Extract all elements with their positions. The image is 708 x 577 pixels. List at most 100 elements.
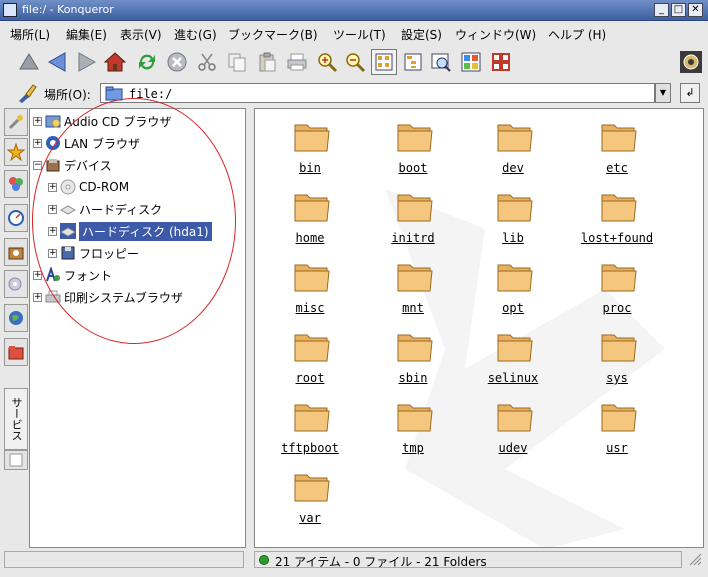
home-icon[interactable]	[102, 49, 128, 75]
up-arrow-icon[interactable]	[16, 49, 42, 75]
preview-icon[interactable]	[428, 49, 454, 75]
stop-icon[interactable]	[164, 49, 190, 75]
folder-item[interactable]: home	[260, 181, 360, 245]
go-button[interactable]: ↲	[680, 83, 700, 103]
folder-icon	[601, 334, 637, 362]
maximize-button[interactable]: □	[671, 3, 686, 17]
folder-item[interactable]: tmp	[363, 391, 463, 455]
menu-tools[interactable]: ツール(T)	[333, 26, 386, 43]
folder-item[interactable]: dev	[463, 111, 563, 175]
file-icon-view: bin boot dev etc home initrd lib lost+found misc…	[254, 108, 704, 548]
devices-icon[interactable]	[4, 270, 28, 298]
copy-icon[interactable]	[224, 49, 250, 75]
folder-item[interactable]: usr	[567, 391, 667, 455]
app-icon[interactable]	[3, 3, 17, 17]
folder-name: lib	[502, 231, 524, 245]
tree-item-harddisk-hda1[interactable]: + ハードディスク (hda1)	[48, 221, 212, 241]
folder-item[interactable]: tftpboot	[260, 391, 360, 455]
tree-item-cdrom[interactable]: + CD-ROM	[48, 177, 129, 197]
folder-item[interactable]: lib	[463, 181, 563, 245]
folder-name: boot	[398, 161, 428, 175]
folder-item[interactable]: initrd	[363, 181, 463, 245]
history-icon[interactable]	[4, 204, 28, 232]
tree-item-fonts[interactable]: + フォント	[33, 265, 112, 285]
tools-icon[interactable]	[4, 108, 28, 136]
sidebar-tabs: サービス	[4, 108, 28, 548]
folder-item[interactable]: sbin	[363, 321, 463, 385]
expand-toggle[interactable]: +	[48, 248, 57, 258]
folder-item[interactable]: etc	[567, 111, 667, 175]
folder-icon	[601, 264, 637, 292]
bookmarks-icon[interactable]	[4, 138, 28, 166]
folder-icon	[601, 194, 637, 222]
home-folder-icon[interactable]	[4, 238, 28, 266]
folder-item[interactable]: opt	[463, 251, 563, 315]
menu-settings[interactable]: 設定(S)	[401, 26, 442, 43]
resize-grip-icon[interactable]	[688, 552, 702, 566]
expand-toggle[interactable]: +	[48, 204, 57, 214]
tree-item-harddisk[interactable]: + ハードディスク	[48, 199, 162, 219]
location-input[interactable]: file:/	[100, 83, 655, 103]
web-icon[interactable]	[4, 304, 28, 332]
close-button[interactable]: ✕	[688, 3, 703, 17]
folder-item[interactable]: udev	[463, 391, 563, 455]
menu-bookmarks[interactable]: ブックマーク(B)	[228, 26, 318, 43]
cut-icon[interactable]	[194, 49, 220, 75]
multi-column-icon[interactable]	[488, 49, 514, 75]
folder-name: usr	[606, 441, 628, 455]
tree-item-floppy[interactable]: + フロッピー	[48, 243, 139, 263]
folder-item[interactable]: proc	[567, 251, 667, 315]
tree-view-icon[interactable]	[400, 49, 426, 75]
tree-item-lan[interactable]: + LAN ブラウザ	[33, 133, 140, 153]
back-arrow-icon[interactable]	[44, 49, 70, 75]
expand-toggle[interactable]: +	[33, 270, 42, 280]
tree-item-print-system[interactable]: + 印刷システムブラウザ	[33, 287, 183, 307]
menu-edit[interactable]: 編集(E)	[66, 26, 107, 43]
tree-item-label: CD-ROM	[79, 180, 130, 194]
note-icon[interactable]	[4, 450, 28, 470]
konqueror-gear-icon[interactable]	[678, 49, 704, 75]
expand-toggle[interactable]: +	[48, 226, 57, 236]
menu-view[interactable]: 表示(V)	[120, 26, 162, 43]
folder-item[interactable]: root	[260, 321, 360, 385]
clear-location-icon[interactable]	[16, 82, 38, 107]
folder-item[interactable]: var	[260, 461, 360, 525]
printer-icon	[45, 289, 61, 305]
paste-icon[interactable]	[254, 49, 280, 75]
zoom-in-icon[interactable]	[314, 49, 340, 75]
tree-item-devices[interactable]: − デバイス	[33, 155, 112, 175]
collapse-toggle[interactable]: −	[33, 160, 42, 170]
folder-icon[interactable]	[4, 338, 28, 366]
pane-splitter[interactable]	[247, 108, 254, 548]
folder-item[interactable]: sys	[567, 321, 667, 385]
folder-item[interactable]: boot	[363, 111, 463, 175]
network-icon[interactable]	[4, 170, 28, 198]
print-icon[interactable]	[284, 49, 310, 75]
expand-toggle[interactable]: +	[33, 292, 42, 302]
menu-window[interactable]: ウィンドウ(W)	[455, 26, 536, 43]
zoom-out-icon[interactable]	[342, 49, 368, 75]
folder-item[interactable]: lost+found	[567, 181, 667, 245]
reload-icon[interactable]	[134, 49, 160, 75]
folder-item[interactable]: misc	[260, 251, 360, 315]
location-dropdown-button[interactable]: ▼	[655, 83, 671, 103]
info-list-icon[interactable]	[458, 49, 484, 75]
menu-go[interactable]: 進む(G)	[174, 26, 217, 43]
folder-item[interactable]: selinux	[463, 321, 563, 385]
folder-name: lost+found	[580, 231, 654, 245]
tree-item-label: 印刷システムブラウザ	[64, 290, 183, 305]
folder-icon	[294, 264, 330, 292]
tree-item-audio-cd[interactable]: + Audio CD ブラウザ	[33, 111, 171, 131]
minimize-button[interactable]: _	[654, 3, 669, 17]
icon-view-icon[interactable]	[371, 49, 397, 75]
menu-help[interactable]: ヘルプ (H)	[548, 26, 606, 43]
services-tab[interactable]: サービス	[4, 388, 28, 450]
folder-item[interactable]: mnt	[363, 251, 463, 315]
expand-toggle[interactable]: +	[33, 116, 42, 126]
menu-location[interactable]: 場所(L)	[10, 26, 50, 43]
forward-arrow-icon[interactable]	[74, 49, 100, 75]
expand-toggle[interactable]: +	[48, 182, 57, 192]
expand-toggle[interactable]: +	[33, 138, 42, 148]
folder-item[interactable]: bin	[260, 111, 360, 175]
folder-icon	[397, 334, 433, 362]
